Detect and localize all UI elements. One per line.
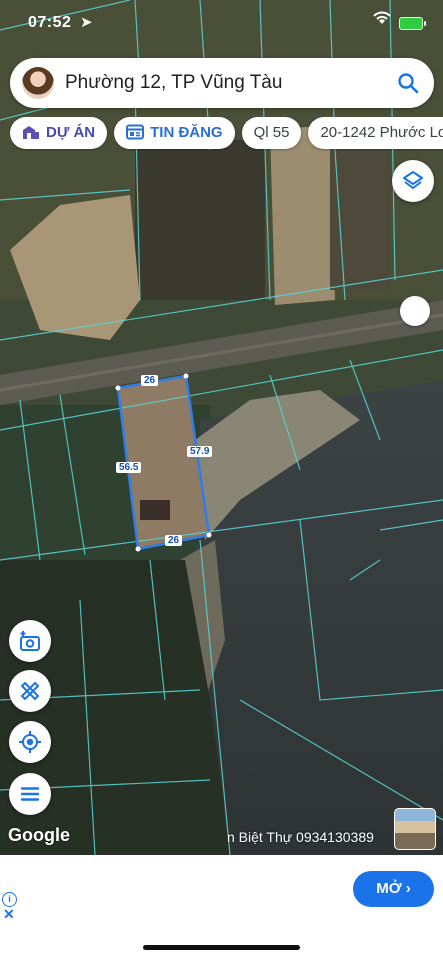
layers-button[interactable] xyxy=(392,160,434,202)
building-icon xyxy=(23,125,39,139)
menu-button[interactable] xyxy=(9,773,51,815)
add-photo-icon xyxy=(20,631,40,651)
search-query[interactable]: Phường 12, TP Vũng Tàu xyxy=(65,72,282,94)
filter-chips: DỰ ÁN TIN ĐĂNG Ql 55 20-1242 Phước Lo xyxy=(10,117,443,151)
chevron-right-icon: › xyxy=(405,880,411,897)
my-location-button[interactable] xyxy=(9,721,51,763)
my-location-icon xyxy=(19,731,41,753)
listing-thumbnail[interactable] xyxy=(394,808,436,850)
location-arrow-icon: ➤ xyxy=(80,14,93,31)
ad-open-button[interactable]: MỞ › xyxy=(353,871,434,907)
plot-bottom-dimension: 26 xyxy=(165,535,183,546)
home-bar-area xyxy=(0,923,443,960)
search-bar[interactable]: Phường 12, TP Vũng Tàu xyxy=(10,58,434,108)
ad-close-icon[interactable]: ✕ xyxy=(3,906,15,923)
chip-listing-label: TIN ĐĂNG xyxy=(150,124,223,141)
listing-icon xyxy=(126,124,145,140)
measure-button[interactable] xyxy=(9,670,51,712)
avatar[interactable] xyxy=(22,67,54,99)
home-indicator[interactable] xyxy=(143,945,300,950)
chip-road[interactable]: Ql 55 xyxy=(241,117,302,149)
map-attribution: Google xyxy=(8,825,70,845)
wifi-icon xyxy=(373,11,391,28)
chip-road-label: Ql 55 xyxy=(253,124,290,141)
chip-project-label: DỰ ÁN xyxy=(46,124,96,141)
search-icon[interactable] xyxy=(396,71,420,95)
measure-ruler-icon xyxy=(20,681,40,701)
menu-icon xyxy=(20,787,40,801)
chip-listing[interactable]: TIN ĐĂNG xyxy=(114,117,235,149)
plot-left-dimension: 56.5 xyxy=(116,462,142,473)
opacity-slider-handle[interactable] xyxy=(400,296,430,326)
ad-open-label: MỞ xyxy=(376,880,402,897)
add-photo-button[interactable] xyxy=(9,620,51,662)
battery-icon xyxy=(399,17,426,30)
ad-info-icon[interactable]: i xyxy=(2,892,17,907)
chip-parcel-label: 20-1242 Phước Lo xyxy=(320,124,443,141)
chip-parcel[interactable]: 20-1242 Phước Lo xyxy=(308,117,443,149)
status-time: 07:52 xyxy=(28,14,72,31)
ad-banner: i ✕ MỞ › xyxy=(0,855,443,923)
chip-project[interactable]: DỰ ÁN xyxy=(10,117,108,149)
listing-contact-text[interactable]: n Biệt Thự 0934130389 xyxy=(227,829,374,845)
plot-top-dimension: 26 xyxy=(141,375,159,386)
layers-icon xyxy=(403,171,423,189)
status-bar: 07:52 ➤ xyxy=(0,10,443,36)
plot-right-dimension: 57.9 xyxy=(187,446,213,457)
